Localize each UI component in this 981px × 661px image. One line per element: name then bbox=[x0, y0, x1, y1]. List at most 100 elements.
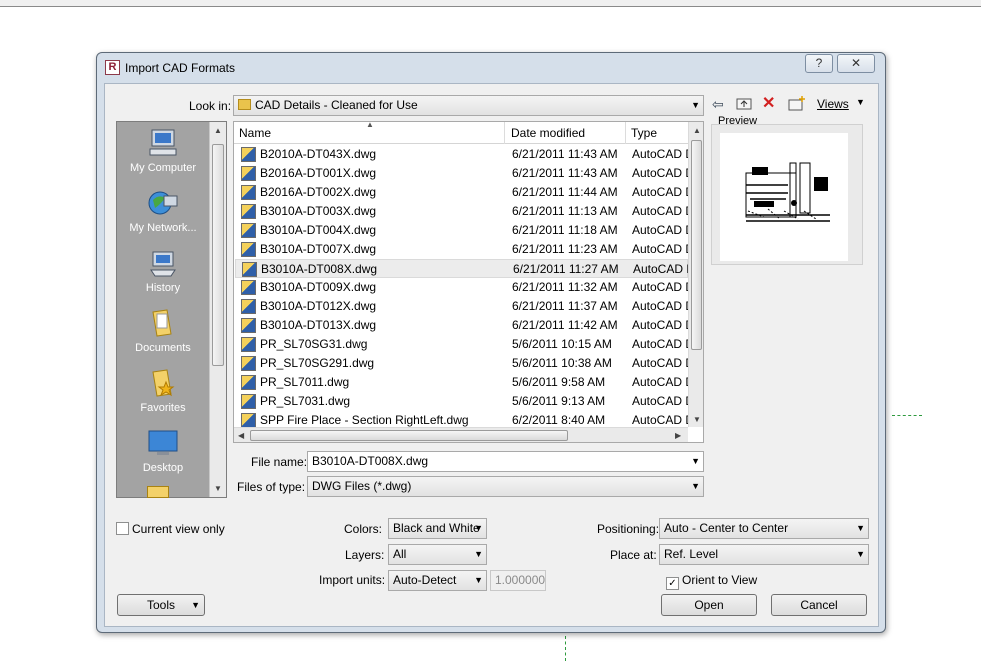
vertical-scroll-thumb[interactable] bbox=[691, 140, 702, 350]
file-row[interactable]: B3010A-DT007X.dwg 6/21/2011 11:23 AM AutoC… bbox=[235, 240, 688, 259]
file-type-value: DWG Files (*.dwg) bbox=[312, 479, 412, 493]
column-header-name[interactable]: Name bbox=[239, 126, 271, 140]
file-type-dropdown[interactable]: DWG Files (*.dwg) ▼ bbox=[307, 476, 704, 497]
place-my-network[interactable]: My Network... bbox=[117, 188, 209, 234]
delete-icon[interactable]: ✕ bbox=[762, 96, 775, 112]
file-type-cell: AutoCAD D bbox=[632, 204, 688, 218]
place-my-computer[interactable]: My Computer bbox=[117, 128, 209, 174]
column-header-type[interactable]: Type bbox=[631, 126, 657, 140]
dwg-file-icon bbox=[241, 223, 256, 238]
date-modified-cell: 5/6/2011 9:58 AM bbox=[512, 375, 606, 389]
orient-to-view-checkbox[interactable]: ✓ Orient to View bbox=[666, 573, 757, 590]
layers-dropdown[interactable]: All ▼ bbox=[388, 544, 487, 565]
file-name-cell: B3010A-DT009X.dwg bbox=[260, 280, 377, 294]
file-row[interactable]: PR_SL70SG31.dwg 5/6/2011 10:15 AM AutoCAD … bbox=[235, 335, 688, 354]
checkbox-box[interactable] bbox=[116, 522, 129, 535]
place-label: Documents bbox=[135, 342, 191, 354]
chevron-down-icon: ▼ bbox=[856, 549, 865, 559]
file-row[interactable]: B3010A-DT009X.dwg 6/21/2011 11:32 AM AutoC… bbox=[235, 278, 688, 297]
documents-folder-icon bbox=[147, 308, 179, 338]
tools-button[interactable]: Tools ▼ bbox=[117, 594, 205, 616]
horizontal-scroll-thumb[interactable] bbox=[250, 430, 568, 441]
file-list-vertical-scrollbar[interactable]: ▲ ▼ bbox=[688, 122, 703, 427]
file-name-label: File name: bbox=[251, 455, 308, 469]
dwg-file-icon bbox=[242, 262, 257, 277]
file-row[interactable]: B2016A-DT002X.dwg 6/21/2011 11:44 AM AutoC… bbox=[235, 183, 688, 202]
place-favorites[interactable]: Favorites bbox=[117, 368, 209, 414]
file-type-cell: AutoCAD D bbox=[632, 223, 688, 237]
help-button[interactable]: ? bbox=[805, 54, 833, 73]
places-scrollbar[interactable]: ▲ ▼ bbox=[209, 122, 226, 497]
file-name-cell: PR_SL70SG291.dwg bbox=[260, 356, 375, 370]
file-list-horizontal-scrollbar[interactable]: ◀ ▶ bbox=[234, 427, 688, 442]
scroll-down-icon[interactable]: ▼ bbox=[214, 484, 222, 493]
checkbox-checked-icon[interactable]: ✓ bbox=[666, 577, 679, 590]
dwg-file-icon bbox=[241, 394, 256, 409]
file-type-cell: AutoCAD D bbox=[632, 299, 688, 313]
import-units-dropdown[interactable]: Auto-Detect ▼ bbox=[388, 570, 487, 591]
place-label: My Computer bbox=[129, 162, 197, 174]
dwg-file-icon bbox=[241, 299, 256, 314]
place-at-value: Ref. Level bbox=[664, 547, 719, 561]
scroll-up-icon[interactable]: ▲ bbox=[693, 126, 701, 135]
file-row[interactable]: B3010A-DT012X.dwg 6/21/2011 11:37 AM AutoC… bbox=[235, 297, 688, 316]
column-header-date[interactable]: Date modified bbox=[511, 126, 585, 140]
file-name-cell: B2016A-DT002X.dwg bbox=[260, 185, 377, 199]
dwg-file-icon bbox=[241, 242, 256, 257]
import-scale-value: 1.000000 bbox=[495, 573, 546, 587]
look-in-dropdown[interactable]: CAD Details - Cleaned for Use ▼ bbox=[233, 95, 704, 116]
file-name-cell: PR_SL70SG31.dwg bbox=[260, 337, 368, 351]
file-row[interactable]: PR_SL7031.dwg 5/6/2011 9:13 AM AutoCAD D bbox=[235, 392, 688, 411]
preview-panel bbox=[711, 124, 863, 265]
file-row[interactable]: B3010A-DT008X.dwg 6/21/2011 11:27 AM AutoC… bbox=[235, 259, 689, 278]
computer-icon bbox=[147, 128, 179, 158]
file-name-cell: B3010A-DT012X.dwg bbox=[260, 299, 377, 313]
close-button[interactable]: ✕ bbox=[837, 54, 875, 73]
views-dropdown-icon[interactable]: ▼ bbox=[856, 97, 865, 107]
new-folder-icon[interactable] bbox=[788, 96, 806, 114]
views-button[interactable]: Views bbox=[817, 97, 849, 111]
scroll-down-icon[interactable]: ▼ bbox=[693, 415, 701, 424]
date-modified-cell: 6/21/2011 11:37 AM bbox=[512, 299, 618, 313]
import-units-value: Auto-Detect bbox=[393, 573, 457, 587]
dwg-file-icon bbox=[241, 375, 256, 390]
date-modified-cell: 5/6/2011 9:13 AM bbox=[512, 394, 606, 408]
places-scroll-thumb[interactable] bbox=[212, 144, 224, 366]
place-desktop[interactable]: Desktop bbox=[117, 428, 209, 474]
file-name-cell: B2016A-DT001X.dwg bbox=[260, 166, 377, 180]
file-type-cell: AutoCAD D bbox=[632, 147, 688, 161]
file-row[interactable]: B2010A-DT043X.dwg 6/21/2011 11:43 AM AutoC… bbox=[235, 145, 688, 164]
place-label: Desktop bbox=[142, 462, 184, 474]
scroll-left-icon[interactable]: ◀ bbox=[238, 431, 244, 440]
colors-value: Black and White bbox=[393, 521, 480, 535]
open-button[interactable]: Open bbox=[661, 594, 757, 616]
chevron-down-icon[interactable]: ▼ bbox=[691, 452, 700, 471]
current-view-only-checkbox[interactable]: Current view only bbox=[116, 522, 225, 536]
dwg-file-icon bbox=[241, 413, 256, 428]
file-row[interactable]: PR_SL7011.dwg 5/6/2011 9:58 AM AutoCAD D bbox=[235, 373, 688, 392]
column-divider[interactable] bbox=[504, 122, 505, 144]
scroll-right-icon[interactable]: ▶ bbox=[675, 431, 681, 440]
current-view-only-label: Current view only bbox=[132, 522, 225, 536]
positioning-dropdown[interactable]: Auto - Center to Center ▼ bbox=[659, 518, 869, 539]
title-bar: R Import CAD Formats ? ✕ bbox=[97, 53, 885, 83]
file-type-cell: AutoCAD D bbox=[632, 394, 688, 408]
up-folder-icon[interactable] bbox=[736, 96, 752, 113]
import-units-label: Import units: bbox=[319, 573, 386, 587]
file-row[interactable]: B3010A-DT003X.dwg 6/21/2011 11:13 AM AutoC… bbox=[235, 202, 688, 221]
column-divider[interactable] bbox=[625, 122, 626, 144]
place-history[interactable]: History bbox=[117, 248, 209, 294]
file-row[interactable]: B3010A-DT013X.dwg 6/21/2011 11:42 AM AutoC… bbox=[235, 316, 688, 335]
file-name-input[interactable]: B3010A-DT008X.dwg ▼ bbox=[307, 451, 704, 472]
file-row[interactable]: B3010A-DT004X.dwg 6/21/2011 11:18 AM AutoC… bbox=[235, 221, 688, 240]
cancel-button[interactable]: Cancel bbox=[771, 594, 867, 616]
place-documents[interactable]: Documents bbox=[117, 308, 209, 354]
file-row[interactable]: B2016A-DT001X.dwg 6/21/2011 11:43 AM AutoC… bbox=[235, 164, 688, 183]
back-arrow-icon[interactable]: ⇦ bbox=[712, 96, 724, 112]
file-row[interactable]: PR_SL70SG291.dwg 5/6/2011 10:38 AM AutoCAD… bbox=[235, 354, 688, 373]
file-type-cell: AutoCAD D bbox=[632, 166, 688, 180]
dialog-body: Look in: CAD Details - Cleaned for Use ▼… bbox=[104, 83, 879, 627]
scroll-up-icon[interactable]: ▲ bbox=[214, 126, 222, 135]
place-at-dropdown[interactable]: Ref. Level ▼ bbox=[659, 544, 869, 565]
colors-dropdown[interactable]: Black and White ▼ bbox=[388, 518, 487, 539]
